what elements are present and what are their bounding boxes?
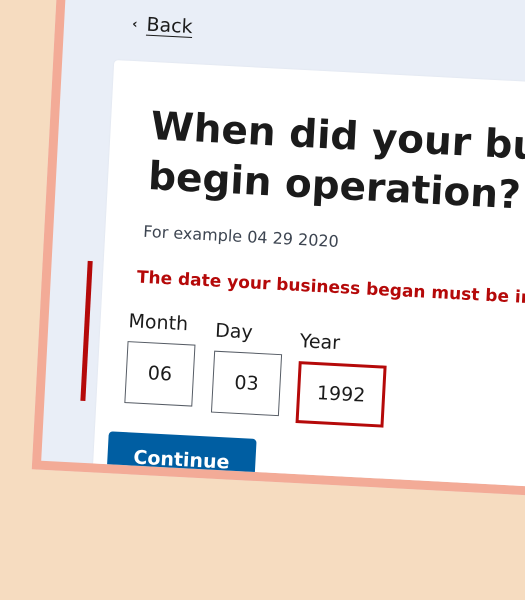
day-input[interactable]: 03	[210, 350, 283, 417]
error-message: The date your business began must be in …	[136, 267, 525, 313]
page-title: When did your business begin operation?	[147, 104, 525, 219]
back-link-label: Back	[145, 13, 194, 39]
year-input[interactable]: 1992	[295, 361, 387, 428]
year-field: Year 1992	[295, 330, 389, 428]
continue-button[interactable]: Continue	[105, 431, 257, 495]
day-label: Day	[214, 319, 254, 344]
year-label: Year	[299, 330, 341, 355]
form-card: When did your business begin operation? …	[80, 60, 525, 506]
chevron-left-icon: ‹	[131, 16, 138, 32]
app-screen: ‹ Back When did your business begin oper…	[31, 0, 525, 506]
month-field: Month 06	[124, 310, 197, 407]
month-label: Month	[128, 310, 189, 336]
error-indicator-bar	[80, 260, 93, 401]
day-field: Day 03	[210, 319, 284, 417]
month-input[interactable]: 06	[124, 341, 196, 407]
back-link[interactable]: ‹ Back	[131, 13, 194, 39]
date-hint: For example 04 29 2020	[142, 221, 340, 252]
